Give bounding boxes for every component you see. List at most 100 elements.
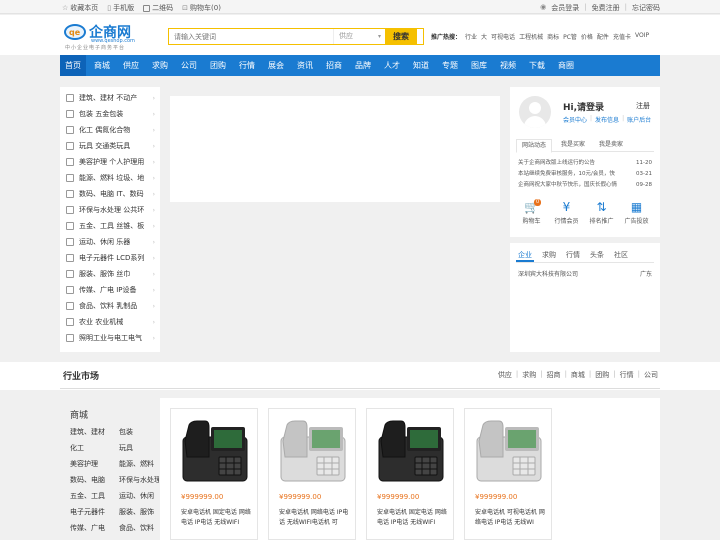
- news-item[interactable]: 企商网祝大家中秋节快乐，国庆长假心情 09-28: [518, 180, 652, 191]
- nav-item[interactable]: 视频: [495, 55, 521, 76]
- search-button[interactable]: 搜索: [385, 29, 417, 44]
- category-item[interactable]: 包装 五金包装 ›: [60, 106, 160, 122]
- category-item[interactable]: 化工 偶氮化合物 ›: [60, 122, 160, 138]
- market-link[interactable]: 商城: [571, 370, 585, 380]
- hot-search-item[interactable]: 商标: [547, 32, 559, 41]
- nav-item[interactable]: 招商: [321, 55, 347, 76]
- mobile-link[interactable]: ▯ 手机版: [107, 3, 134, 13]
- category-item[interactable]: 五金、工具 丝锥、板 ›: [60, 218, 160, 234]
- mall-category-item[interactable]: 五金、工具: [70, 491, 119, 502]
- tab-site-news[interactable]: 网站动态: [516, 139, 553, 153]
- product-image[interactable]: [375, 417, 447, 487]
- company-tab[interactable]: 求购: [540, 249, 558, 262]
- nav-item[interactable]: 团购: [205, 55, 231, 76]
- product-image[interactable]: [179, 417, 251, 487]
- mall-category-item[interactable]: 食品、饮料: [119, 523, 159, 534]
- register-link[interactable]: 免费注册: [592, 3, 620, 13]
- mall-category-item[interactable]: 包装: [119, 427, 159, 438]
- nav-item[interactable]: 求购: [147, 55, 173, 76]
- market-link[interactable]: 公司: [644, 370, 658, 380]
- product-card[interactable]: ¥999999.00 安卓电话机 固定电话 网络电话 IP电话 无线WIFI: [170, 408, 258, 540]
- mall-category-item[interactable]: 美容护理: [70, 459, 119, 470]
- nav-item[interactable]: 下载: [524, 55, 550, 76]
- service-grid[interactable]: ▦ 广告投放: [619, 199, 654, 225]
- product-card[interactable]: ¥999999.00 安卓电话机 网络电话 IP电话 无线WIFI电话机 可: [268, 408, 356, 540]
- category-item[interactable]: 照明工业与电工电气 ›: [60, 330, 160, 346]
- market-link[interactable]: 供应: [498, 370, 512, 380]
- account-link[interactable]: 账户后台: [627, 115, 651, 124]
- qrcode-link[interactable]: 二维码: [143, 3, 173, 13]
- category-item[interactable]: 美容护理 个人护理用 ›: [60, 154, 160, 170]
- tab-seller[interactable]: 我是卖家: [594, 139, 628, 151]
- hot-search-item[interactable]: 工程机械: [519, 32, 543, 41]
- hot-search-item[interactable]: 充值卡: [613, 32, 631, 41]
- market-link[interactable]: 行情: [620, 370, 634, 380]
- nav-item[interactable]: 首页: [60, 55, 86, 76]
- hot-search-item[interactable]: 价格: [581, 32, 593, 41]
- category-item[interactable]: 电子元器件 LCD系列 ›: [60, 250, 160, 266]
- news-item[interactable]: 本站继续免费审核服务，10元/会员，快 03-21: [518, 169, 652, 180]
- nav-item[interactable]: 品牌: [350, 55, 376, 76]
- category-item[interactable]: 建筑、建材 不动产 ›: [60, 90, 160, 106]
- product-image[interactable]: [473, 417, 545, 487]
- publish-link[interactable]: 发布信息: [595, 115, 619, 124]
- site-logo[interactable]: qe 企商网 www.qeshop.com 中小企业电子商务平台: [63, 22, 153, 52]
- mall-category-item[interactable]: 化工: [70, 443, 119, 454]
- search-input[interactable]: [169, 29, 333, 44]
- register-link[interactable]: 注册: [636, 101, 650, 111]
- product-title[interactable]: 安卓电话机 网络电话 IP电话 无线WIFI电话机 可: [279, 508, 349, 528]
- service-sort[interactable]: ⇅ 排名推广: [584, 199, 619, 225]
- mall-category-item[interactable]: 数码、电脑: [70, 475, 119, 486]
- product-image[interactable]: [277, 417, 349, 487]
- category-item[interactable]: 数码、电脑 IT、数码 ›: [60, 186, 160, 202]
- member-center-link[interactable]: 会员中心: [563, 115, 587, 124]
- nav-item[interactable]: 知道: [408, 55, 434, 76]
- nav-item[interactable]: 资讯: [292, 55, 318, 76]
- service-yen[interactable]: ¥ 行情会员: [549, 199, 584, 225]
- product-title[interactable]: 安卓电话机 固定电话 网络电话 IP电话 无线WIFI: [181, 508, 251, 528]
- hot-search-item[interactable]: PC管: [563, 32, 577, 41]
- product-card[interactable]: ¥999999.00 安卓电话机 固定电话 网络电话 IP电话 无线WIFI: [366, 408, 454, 540]
- mall-category-item[interactable]: 运动、休闲: [119, 491, 159, 502]
- login-link[interactable]: 会员登录: [551, 3, 579, 13]
- company-tab[interactable]: 社区: [612, 249, 630, 262]
- mall-category-item[interactable]: 环保与水处理: [119, 475, 159, 486]
- mall-category-item[interactable]: 玩具: [119, 443, 159, 454]
- mall-category-item[interactable]: 建筑、建材: [70, 427, 119, 438]
- product-title[interactable]: 安卓电话机 可视电话机 网络电话 IP电话 无线WI: [475, 508, 545, 528]
- mall-category-item[interactable]: 能源、燃料: [119, 459, 159, 470]
- category-item[interactable]: 服装、服饰 丝巾 ›: [60, 266, 160, 282]
- mall-category-item[interactable]: 传媒、广电: [70, 523, 119, 534]
- company-tab[interactable]: 企业: [516, 249, 534, 262]
- news-item[interactable]: 关于企商网改版上线运行的公告 11-20: [518, 158, 652, 169]
- tab-buyer[interactable]: 我是买家: [556, 139, 590, 151]
- nav-item[interactable]: 商圈: [553, 55, 579, 76]
- company-tab[interactable]: 行情: [564, 249, 582, 262]
- mall-category-item[interactable]: 电子元器件: [70, 507, 119, 518]
- category-item[interactable]: 能源、燃料 垃圾、地 ›: [60, 170, 160, 186]
- hot-search-item[interactable]: 大: [481, 32, 487, 41]
- category-item[interactable]: 农业 农业机械 ›: [60, 314, 160, 330]
- forgot-password-link[interactable]: 忘记密码: [632, 3, 660, 13]
- service-cart[interactable]: 🛒 0 购物车: [514, 199, 549, 225]
- category-item[interactable]: 传媒、广电 IP设备 ›: [60, 282, 160, 298]
- category-item[interactable]: 运动、休闲 乐器 ›: [60, 234, 160, 250]
- nav-item[interactable]: 专题: [437, 55, 463, 76]
- login-greeting[interactable]: Hi,请登录: [563, 100, 604, 113]
- hot-search-item[interactable]: 可视电话: [491, 32, 515, 41]
- nav-item[interactable]: 图库: [466, 55, 492, 76]
- category-item[interactable]: 玩具 交通类玩具 ›: [60, 138, 160, 154]
- search-scope-select[interactable]: 供应 ▾: [333, 29, 385, 44]
- mall-category-item[interactable]: 服装、服饰: [119, 507, 159, 518]
- list-item[interactable]: 深圳宾大科技有限公司 广东: [518, 269, 652, 278]
- market-link[interactable]: 团购: [595, 370, 609, 380]
- cart-link[interactable]: ⊡ 购物车(0): [182, 3, 221, 13]
- category-item[interactable]: 食品、饮料 乳制品 ›: [60, 298, 160, 314]
- product-title[interactable]: 安卓电话机 固定电话 网络电话 IP电话 无线WIFI: [377, 508, 447, 528]
- nav-item[interactable]: 商城: [89, 55, 115, 76]
- favorite-link[interactable]: ☆ 收藏本页: [62, 3, 98, 13]
- product-card[interactable]: ¥999999.00 安卓电话机 可视电话机 网络电话 IP电话 无线WI: [464, 408, 552, 540]
- hot-search-item[interactable]: 行业: [465, 32, 477, 41]
- nav-item[interactable]: 展会: [263, 55, 289, 76]
- nav-item[interactable]: 行情: [234, 55, 260, 76]
